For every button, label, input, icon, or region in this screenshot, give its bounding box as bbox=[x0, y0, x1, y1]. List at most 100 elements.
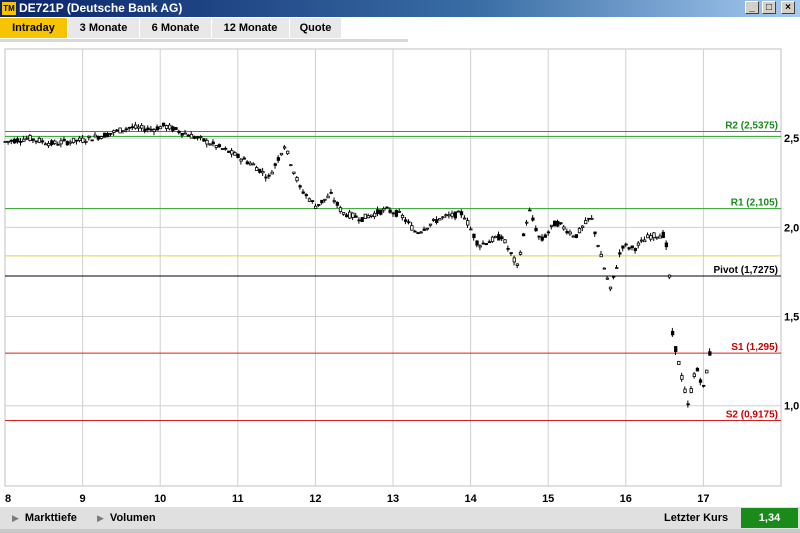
candle-body bbox=[78, 137, 82, 141]
minimize-button[interactable]: _ bbox=[745, 1, 759, 14]
candle-body bbox=[329, 191, 333, 194]
level-label-pivot: Pivot (1,7275) bbox=[714, 265, 778, 276]
candle-body bbox=[323, 198, 327, 201]
level-label-r2: R2 (2,5375) bbox=[725, 120, 778, 131]
price-chart[interactable]: R2 (2,5375) R1 (2,105) Pivot (1,7275) S1 (1… bbox=[0, 42, 800, 507]
candle-body bbox=[372, 212, 377, 218]
candle-body bbox=[174, 127, 178, 130]
x-tick-label: 12 bbox=[309, 493, 321, 505]
candle-body bbox=[205, 139, 209, 145]
candle-body bbox=[19, 140, 23, 143]
candle-body bbox=[655, 236, 659, 239]
candle-body bbox=[469, 228, 473, 231]
candle-body bbox=[264, 176, 268, 179]
candle-body bbox=[677, 360, 681, 365]
candle-body bbox=[320, 199, 324, 204]
candle-body bbox=[608, 286, 613, 290]
candle-body bbox=[227, 150, 231, 153]
candle-body bbox=[211, 141, 215, 145]
candle-body bbox=[366, 215, 371, 219]
candle-body bbox=[456, 210, 461, 213]
candle-body bbox=[65, 141, 69, 146]
candle-body bbox=[158, 126, 163, 130]
candle-body bbox=[466, 220, 470, 226]
candle-body bbox=[292, 171, 296, 174]
candle-body bbox=[348, 211, 352, 219]
candle-body bbox=[161, 122, 166, 127]
candle-body bbox=[341, 212, 346, 215]
candle-body bbox=[428, 223, 433, 226]
candle-body bbox=[512, 257, 516, 263]
candle-body bbox=[335, 202, 340, 206]
candle-body bbox=[525, 221, 529, 224]
candle-body bbox=[593, 231, 597, 235]
y-tick-label: 1,0 bbox=[784, 401, 799, 413]
x-tick-label: 13 bbox=[387, 493, 399, 505]
candle-body bbox=[245, 161, 250, 165]
tab-intraday[interactable]: Intraday bbox=[0, 18, 68, 38]
candle-body bbox=[506, 247, 510, 250]
candle-body bbox=[298, 185, 302, 188]
candle-body bbox=[562, 226, 566, 230]
level-label-s2: S2 (0,9175) bbox=[726, 409, 778, 420]
candle-body bbox=[388, 209, 392, 213]
candle-body bbox=[53, 140, 57, 144]
candle-body bbox=[130, 126, 135, 129]
candle-body bbox=[304, 194, 308, 197]
chevron-right-icon: ▶ bbox=[97, 513, 104, 523]
candle-body bbox=[6, 140, 11, 143]
maximize-button[interactable]: □ bbox=[762, 1, 776, 14]
candle-body bbox=[282, 146, 287, 149]
candle-body bbox=[605, 277, 610, 280]
close-button[interactable]: × bbox=[781, 1, 795, 14]
candle-body bbox=[186, 134, 191, 137]
tab-3-monate[interactable]: 3 Monate bbox=[68, 18, 140, 38]
candle-body bbox=[574, 234, 579, 238]
tab-12-monate[interactable]: 12 Monate bbox=[212, 18, 290, 38]
candle-body bbox=[62, 139, 66, 141]
y-tick-label: 2,0 bbox=[784, 222, 799, 234]
candle-body bbox=[487, 241, 492, 244]
candle-body bbox=[369, 214, 374, 217]
candle-body bbox=[68, 141, 73, 144]
candle-body bbox=[354, 215, 358, 218]
candle-body bbox=[317, 204, 321, 206]
candle-body bbox=[577, 228, 582, 234]
volumen-link[interactable]: ▶ Volumen bbox=[97, 507, 156, 529]
candle-body bbox=[528, 209, 532, 212]
bottom-border bbox=[0, 529, 800, 533]
chevron-right-icon: ▶ bbox=[12, 513, 19, 523]
candle-body bbox=[34, 140, 38, 143]
candle-body bbox=[96, 136, 101, 140]
tab-quote[interactable]: Quote bbox=[290, 18, 342, 38]
candle-body bbox=[310, 200, 315, 203]
candle-body bbox=[698, 379, 703, 383]
last-price-value: 1,34 bbox=[741, 508, 798, 528]
candle-body bbox=[112, 130, 116, 133]
app-logo-icon: TM bbox=[2, 2, 16, 15]
candle-body bbox=[3, 140, 7, 143]
window-titlebar: TM DE721P (Deutsche Bank AG) _ □ × bbox=[0, 0, 800, 17]
markttiefe-link[interactable]: ▶ Markttiefe bbox=[12, 507, 77, 529]
candle-body bbox=[99, 136, 104, 139]
x-tick-label: 9 bbox=[80, 493, 86, 505]
tab-6-monate[interactable]: 6 Monate bbox=[140, 18, 212, 38]
candle-body bbox=[571, 235, 575, 238]
candle-body bbox=[133, 124, 138, 129]
candle-body bbox=[121, 130, 125, 133]
candle-body bbox=[270, 171, 274, 175]
candle-body bbox=[646, 234, 650, 239]
candle-body bbox=[146, 127, 150, 130]
candle-body bbox=[447, 214, 451, 217]
candle-body bbox=[214, 145, 218, 148]
candle-body bbox=[301, 191, 305, 194]
candle-body bbox=[708, 351, 712, 356]
candle-body bbox=[599, 253, 603, 258]
candle-body bbox=[419, 231, 423, 234]
level-label-r1: R1 (2,105) bbox=[731, 198, 778, 209]
candle-body bbox=[661, 231, 665, 238]
candle-body bbox=[152, 129, 156, 132]
candle-body bbox=[636, 242, 641, 246]
candle-body bbox=[295, 177, 299, 182]
candle-body bbox=[413, 230, 417, 233]
